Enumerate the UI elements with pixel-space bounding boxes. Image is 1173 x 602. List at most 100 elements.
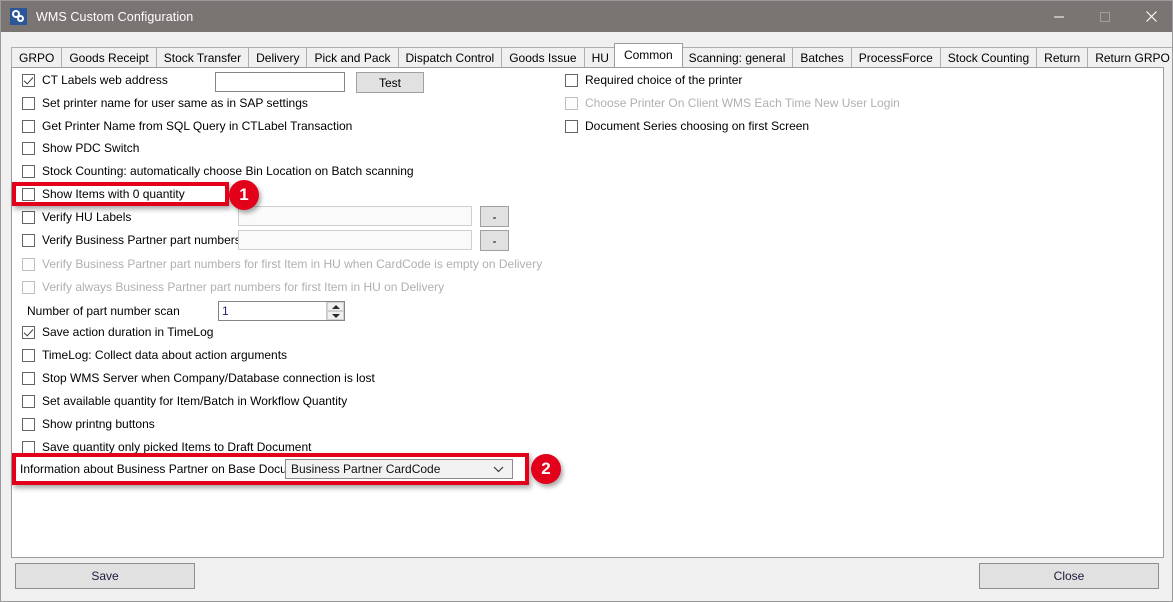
- verify-hu-labels-label: Verify HU Labels: [42, 210, 131, 224]
- verify-bp-part-numbers-side-button[interactable]: -: [480, 230, 509, 251]
- set-available-quantity-workflow-label: Set available quantity for Item/Batch in…: [42, 394, 347, 408]
- stock-counting-bin-location-checkbox[interactable]: [22, 165, 35, 178]
- checkbox-row-verify-bp-first-item-cardcode-empty: Verify Business Partner part numbers for…: [22, 257, 542, 271]
- choose-printer-client-wms-label: Choose Printer On Client WMS Each Time N…: [585, 96, 900, 110]
- tab-common[interactable]: Common: [614, 43, 683, 67]
- show-pdc-switch-label: Show PDC Switch: [42, 141, 139, 155]
- tab-processforce[interactable]: ProcessForce: [851, 47, 941, 67]
- verify-always-bp-first-item-label: Verify always Business Partner part numb…: [42, 280, 444, 294]
- show-pdc-switch-checkbox[interactable]: [22, 142, 35, 155]
- show-items-with-0-quantity-label: Show Items with 0 quantity: [42, 187, 185, 201]
- annotation-badge-2: 2: [531, 454, 561, 484]
- close-button-footer[interactable]: Close: [979, 563, 1159, 589]
- save-action-duration-timelog-label: Save action duration in TimeLog: [42, 325, 213, 339]
- checkbox-row-save-action-duration-timelog[interactable]: Save action duration in TimeLog: [22, 325, 213, 339]
- number-of-part-number-scan-label: Number of part number scan: [27, 304, 180, 318]
- tab-return-grpo[interactable]: Return GRPO: [1087, 47, 1173, 67]
- checkbox-row-get-printer-name-sql[interactable]: Get Printer Name from SQL Query in CTLab…: [22, 119, 352, 133]
- choose-printer-client-wms-checkbox: [565, 97, 578, 110]
- checkbox-row-timelog-collect-action-arguments[interactable]: TimeLog: Collect data about action argum…: [22, 348, 287, 362]
- save-quantity-only-picked-items-checkbox[interactable]: [22, 441, 35, 454]
- get-printer-name-sql-label: Get Printer Name from SQL Query in CTLab…: [42, 119, 352, 133]
- tab-strip: GRPO Goods Receipt Stock Transfer Delive…: [11, 45, 1164, 67]
- test-button[interactable]: Test: [356, 72, 424, 93]
- tab-dispatch-control[interactable]: Dispatch Control: [398, 47, 503, 67]
- title-bar: WMS Custom Configuration: [1, 1, 1173, 32]
- set-available-quantity-workflow-checkbox[interactable]: [22, 395, 35, 408]
- tab-grpo[interactable]: GRPO: [11, 47, 62, 67]
- checkbox-row-stock-counting-bin-location[interactable]: Stock Counting: automatically choose Bin…: [22, 164, 414, 178]
- timelog-collect-action-arguments-checkbox[interactable]: [22, 349, 35, 362]
- verify-always-bp-first-item-checkbox: [22, 281, 35, 294]
- close-button[interactable]: [1128, 1, 1173, 32]
- checkbox-row-ct-labels-web-address[interactable]: CT Labels web address: [22, 73, 168, 87]
- tab-stock-counting[interactable]: Stock Counting: [940, 47, 1037, 67]
- save-action-duration-timelog-checkbox[interactable]: [22, 326, 35, 339]
- verify-bp-first-item-cardcode-empty-checkbox: [22, 258, 35, 271]
- checkbox-row-show-pdc-switch[interactable]: Show PDC Switch: [22, 141, 139, 155]
- maximize-button[interactable]: [1082, 1, 1128, 32]
- checkbox-row-verify-hu-labels[interactable]: Verify HU Labels: [22, 210, 131, 224]
- verify-bp-part-numbers-checkbox[interactable]: [22, 234, 35, 247]
- verify-bp-part-numbers-input[interactable]: [238, 230, 472, 250]
- checkbox-row-required-choice-printer[interactable]: Required choice of the printer: [565, 73, 742, 87]
- checkbox-row-show-printng-buttons[interactable]: Show printng buttons: [22, 417, 155, 431]
- checkbox-row-set-available-quantity-workflow[interactable]: Set available quantity for Item/Batch in…: [22, 394, 347, 408]
- show-items-with-0-quantity-checkbox[interactable]: [22, 188, 35, 201]
- ct-labels-web-address-label: CT Labels web address: [42, 73, 168, 87]
- save-quantity-only-picked-items-label: Save quantity only picked Items to Draft…: [42, 440, 311, 454]
- information-about-bp-base-document-row: Information about Business Partner on Ba…: [20, 462, 314, 476]
- set-printer-name-sap-label: Set printer name for user same as in SAP…: [42, 96, 308, 110]
- stepper-down-icon[interactable]: [327, 311, 344, 320]
- verify-bp-part-numbers-label: Verify Business Partner part numbers: [42, 233, 241, 247]
- number-of-part-number-scan-input[interactable]: [219, 302, 326, 320]
- stop-wms-server-connection-lost-label: Stop WMS Server when Company/Database co…: [42, 371, 375, 385]
- checkbox-row-verify-bp-part-numbers[interactable]: Verify Business Partner part numbers: [22, 233, 241, 247]
- tab-pick-and-pack[interactable]: Pick and Pack: [306, 47, 398, 67]
- save-button[interactable]: Save: [15, 563, 195, 589]
- information-about-bp-base-document-selected-value: Business Partner CardCode: [291, 462, 440, 476]
- tab-scanning-general[interactable]: Scanning: general: [681, 47, 794, 67]
- checkbox-row-save-quantity-only-picked-items[interactable]: Save quantity only picked Items to Draft…: [22, 440, 311, 454]
- verify-hu-labels-input[interactable]: [238, 206, 472, 226]
- get-printer-name-sql-checkbox[interactable]: [22, 120, 35, 133]
- window-controls: [1036, 1, 1173, 32]
- information-about-bp-base-document-label: Information about Business Partner on Ba…: [20, 462, 314, 476]
- number-of-part-number-scan-row: Number of part number scan: [27, 304, 180, 318]
- gears-icon: [10, 8, 27, 25]
- checkbox-row-document-series-first-screen[interactable]: Document Series choosing on first Screen: [565, 119, 809, 133]
- checkbox-row-verify-always-bp-first-item: Verify always Business Partner part numb…: [22, 280, 444, 294]
- number-of-part-number-scan-stepper[interactable]: [218, 301, 345, 321]
- document-series-first-screen-checkbox[interactable]: [565, 120, 578, 133]
- app-window: WMS Custom Configuration GRPO Goods Rece…: [0, 0, 1173, 602]
- tab-stock-transfer[interactable]: Stock Transfer: [156, 47, 249, 67]
- tab-goods-issue[interactable]: Goods Issue: [501, 47, 584, 67]
- required-choice-printer-label: Required choice of the printer: [585, 73, 742, 87]
- tab-delivery[interactable]: Delivery: [248, 47, 307, 67]
- annotation-badge-1: 1: [229, 180, 259, 210]
- tab-return[interactable]: Return: [1036, 47, 1088, 67]
- checkbox-row-stop-wms-server-connection-lost[interactable]: Stop WMS Server when Company/Database co…: [22, 371, 375, 385]
- show-printng-buttons-checkbox[interactable]: [22, 418, 35, 431]
- checkbox-row-show-items-with-0-quantity[interactable]: Show Items with 0 quantity: [22, 187, 185, 201]
- ct-labels-web-address-input[interactable]: [215, 72, 345, 92]
- stop-wms-server-connection-lost-checkbox[interactable]: [22, 372, 35, 385]
- set-printer-name-sap-checkbox[interactable]: [22, 97, 35, 110]
- tab-batches[interactable]: Batches: [792, 47, 851, 67]
- tab-hu[interactable]: HU: [584, 47, 617, 67]
- checkbox-row-set-printer-name-sap[interactable]: Set printer name for user same as in SAP…: [22, 96, 308, 110]
- stepper-arrows[interactable]: [326, 302, 344, 320]
- show-printng-buttons-label: Show printng buttons: [42, 417, 155, 431]
- tab-page-common: [11, 67, 1164, 558]
- ct-labels-web-address-checkbox[interactable]: [22, 74, 35, 87]
- stock-counting-bin-location-label: Stock Counting: automatically choose Bin…: [42, 164, 414, 178]
- window-title: WMS Custom Configuration: [36, 10, 193, 24]
- verify-bp-first-item-cardcode-empty-label: Verify Business Partner part numbers for…: [42, 257, 542, 271]
- stepper-up-icon[interactable]: [327, 302, 344, 311]
- information-about-bp-base-document-dropdown[interactable]: Business Partner CardCode: [285, 459, 513, 479]
- minimize-button[interactable]: [1036, 1, 1082, 32]
- required-choice-printer-checkbox[interactable]: [565, 74, 578, 87]
- verify-hu-labels-side-button[interactable]: -: [480, 206, 509, 227]
- tab-goods-receipt[interactable]: Goods Receipt: [61, 47, 156, 67]
- verify-hu-labels-checkbox[interactable]: [22, 211, 35, 224]
